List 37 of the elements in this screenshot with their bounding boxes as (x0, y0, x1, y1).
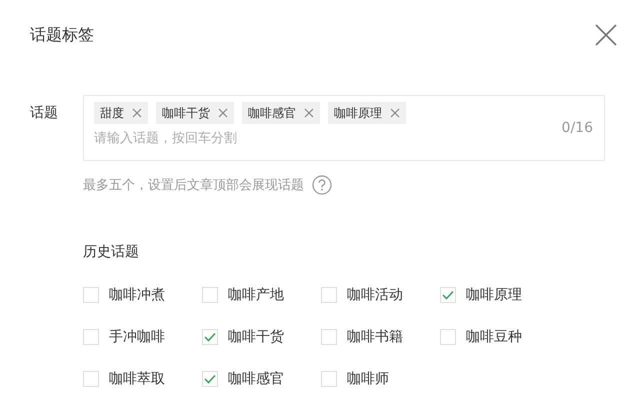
remove-icon[interactable] (390, 108, 400, 118)
topic-tag: 咖啡感官 (242, 102, 320, 124)
checkbox[interactable] (83, 329, 99, 345)
checkbox[interactable] (440, 287, 456, 303)
topic-option[interactable]: 咖啡豆种 (466, 328, 522, 346)
topic-tag: 咖啡干货 (156, 102, 234, 124)
topic-option[interactable]: 咖啡活动 (347, 286, 403, 304)
checkbox[interactable] (83, 371, 99, 387)
hint-text: 最多五个，设置后文章顶部会展现话题 (83, 177, 304, 194)
topic-option[interactable]: 咖啡冲煮 (109, 286, 165, 304)
topic-option[interactable]: 咖啡感官 (228, 370, 284, 388)
checkbox[interactable] (440, 329, 456, 345)
field-label: 话题 (30, 104, 59, 123)
checkbox[interactable] (202, 329, 218, 345)
help-icon[interactable] (312, 175, 332, 195)
topic-option[interactable]: 咖啡师 (347, 370, 389, 388)
topic-tag: 甜度 (94, 102, 148, 124)
topic-option[interactable]: 咖啡原理 (466, 286, 522, 304)
checkbox[interactable] (202, 287, 218, 303)
dialog-title: 话题标签 (30, 24, 94, 46)
checkbox[interactable] (83, 287, 99, 303)
character-counter: 0/16 (562, 120, 593, 136)
checkbox[interactable] (321, 287, 337, 303)
section-title: 历史话题 (83, 243, 140, 261)
remove-icon[interactable] (304, 108, 314, 118)
topic-option[interactable]: 咖啡干货 (228, 328, 284, 346)
close-icon[interactable] (595, 24, 617, 46)
topic-option[interactable]: 咖啡萃取 (109, 370, 165, 388)
topic-tag: 咖啡原理 (328, 102, 406, 124)
remove-icon[interactable] (132, 108, 142, 118)
topic-option[interactable]: 咖啡书籍 (347, 328, 403, 346)
checkbox[interactable] (202, 371, 218, 387)
topic-option[interactable]: 咖啡产地 (228, 286, 284, 304)
remove-icon[interactable] (218, 108, 228, 118)
checkbox[interactable] (321, 371, 337, 387)
topic-option[interactable]: 手冲咖啡 (109, 328, 165, 346)
checkbox[interactable] (321, 329, 337, 345)
